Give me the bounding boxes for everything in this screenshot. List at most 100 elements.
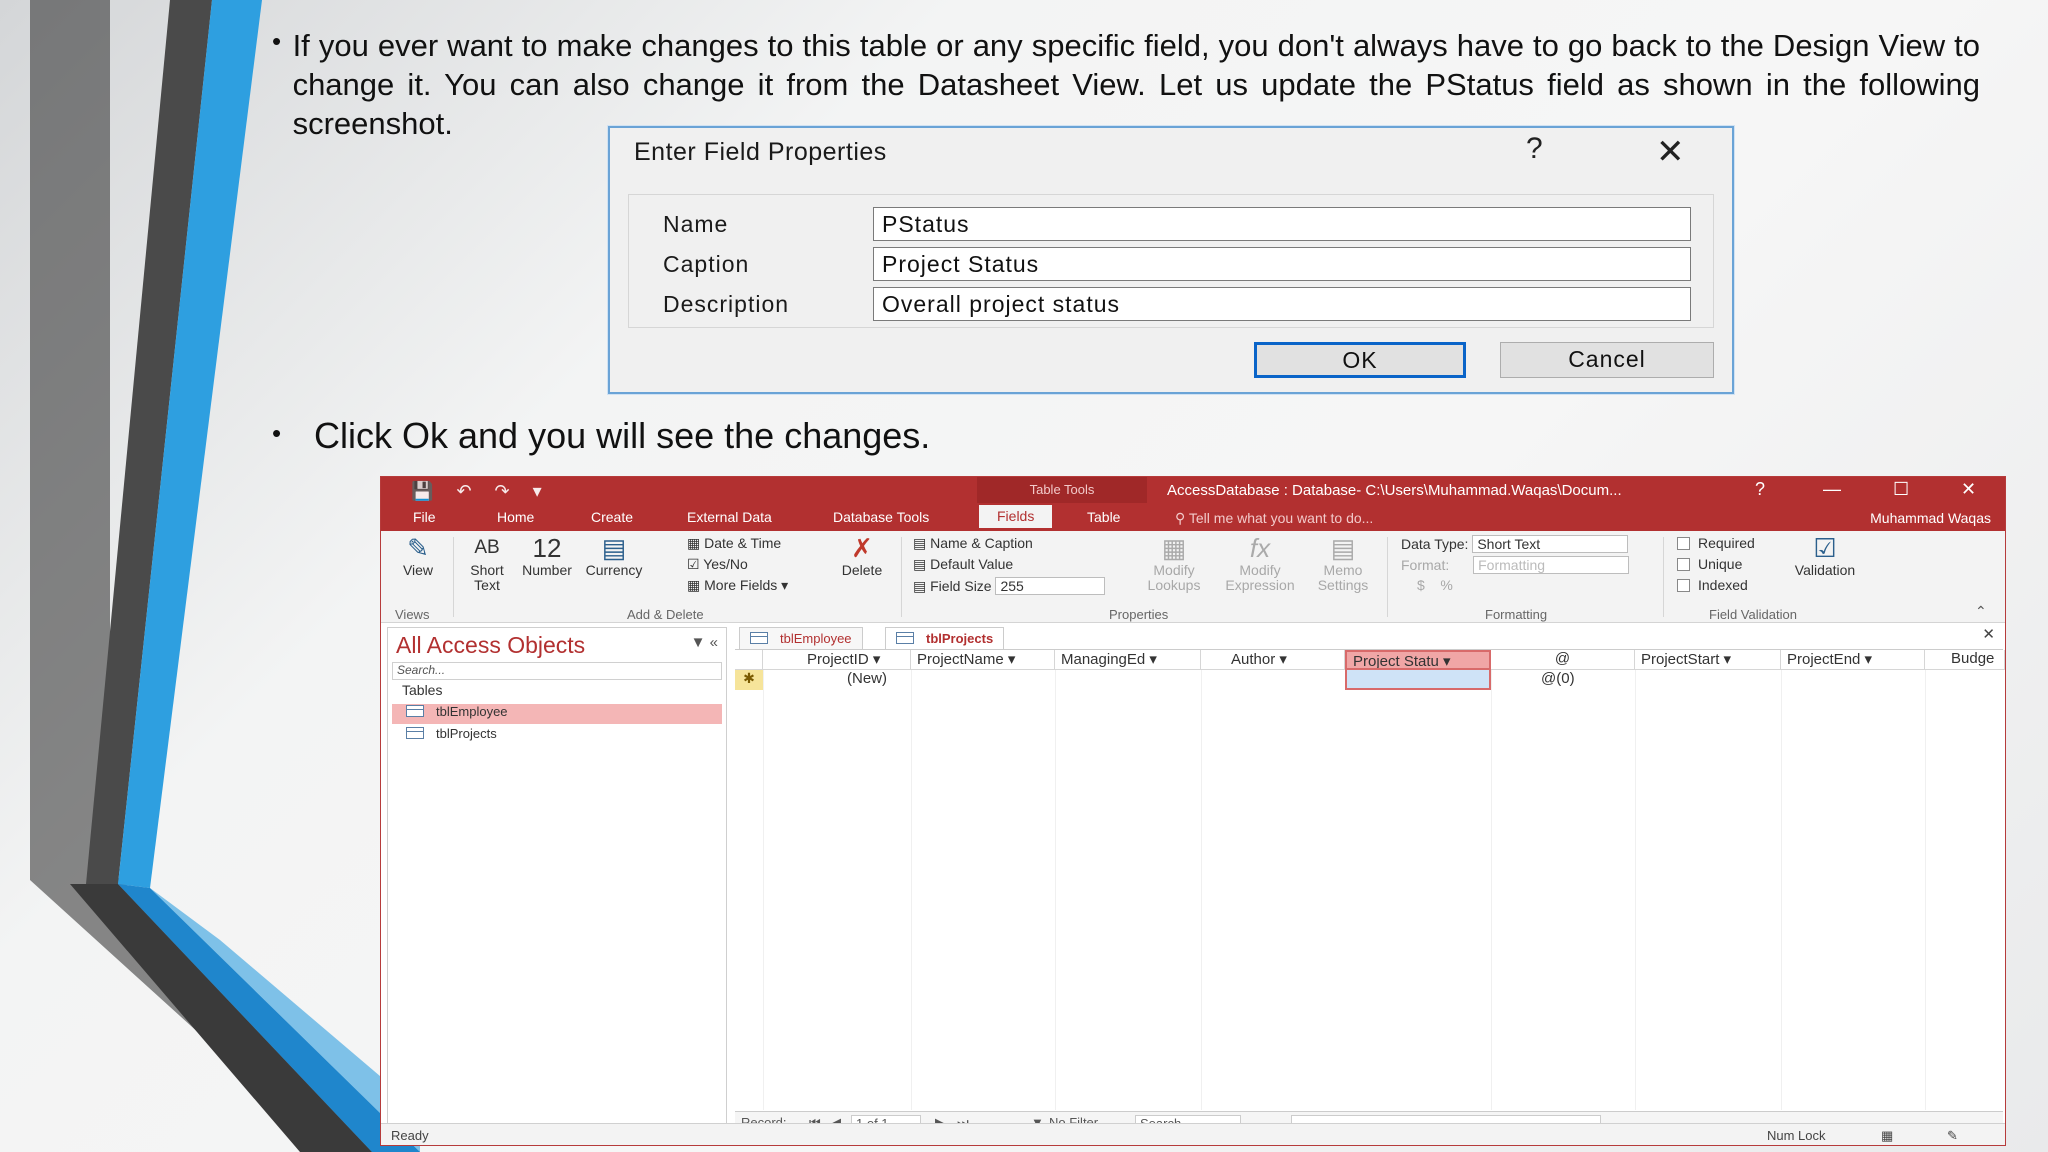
data-type-select[interactable]: Short Text xyxy=(1472,535,1629,553)
user-name[interactable]: Muhammad Waqas xyxy=(1870,510,1991,526)
column-header[interactable]: Budge xyxy=(1925,650,2005,670)
ok-button[interactable]: OK xyxy=(1254,342,1466,378)
help-button[interactable]: ? xyxy=(1526,132,1543,166)
design-view-icon[interactable]: ✎ xyxy=(1947,1128,1958,1144)
customize-qat-icon[interactable]: ▾ xyxy=(533,481,542,501)
default-value-label: Default Value xyxy=(930,556,1014,572)
currency-icon: ▤ xyxy=(601,533,627,563)
caption-label: Caption xyxy=(663,251,750,277)
field-size-input[interactable]: 255 xyxy=(995,577,1106,595)
column-header[interactable]: ProjectEnd ▾ xyxy=(1781,650,1925,670)
bullet-glyph: • xyxy=(272,26,282,56)
navigation-pane: All Access Objects ▼ « Search... Tables … xyxy=(387,627,727,1127)
memo-settings-button[interactable]: ▤ Memo Settings xyxy=(1311,533,1375,593)
name-caption-button[interactable]: ▤ Name & Caption xyxy=(913,535,1033,552)
format-select[interactable]: Formatting xyxy=(1473,556,1630,574)
more-fields-button[interactable]: ▦ More Fields ▾ xyxy=(687,577,788,594)
required-checkbox[interactable]: Required xyxy=(1677,535,1755,551)
maximize-icon[interactable]: ☐ xyxy=(1893,479,1909,500)
new-record-id[interactable]: (New) xyxy=(847,670,887,690)
nav-title[interactable]: All Access Objects xyxy=(396,632,585,659)
short-text-icon: AB xyxy=(474,537,500,558)
currency-format-icon[interactable]: $ xyxy=(1417,577,1425,593)
close-icon[interactable]: ✕ xyxy=(1656,132,1685,172)
minimize-icon[interactable]: — xyxy=(1823,479,1841,500)
nav-menu-icon[interactable]: ▼ « xyxy=(691,634,718,651)
number-button[interactable]: 12 Number xyxy=(519,533,575,578)
nav-search-input[interactable]: Search... xyxy=(392,662,722,680)
cancel-button[interactable]: Cancel xyxy=(1500,342,1714,378)
unique-checkbox[interactable]: Unique xyxy=(1677,556,1742,572)
select-all-cell[interactable] xyxy=(735,650,763,670)
attachment-column-header[interactable]: @ xyxy=(1491,650,1635,670)
default-value-button[interactable]: ▤ Default Value xyxy=(913,556,1013,573)
currency-button[interactable]: ▤ Currency xyxy=(581,533,647,578)
view-button[interactable]: ✎ View xyxy=(397,533,439,578)
table-icon xyxy=(406,727,424,739)
short-text-button[interactable]: AB Short Text xyxy=(465,533,509,593)
validation-icon: ☑ xyxy=(1813,533,1837,563)
collapse-ribbon-icon[interactable]: ⌃ xyxy=(1975,603,1987,620)
column-header[interactable]: ProjectStart ▾ xyxy=(1635,650,1781,670)
default-value-icon: ▤ xyxy=(913,556,931,572)
save-icon[interactable]: 💾 xyxy=(411,481,433,501)
view-label: View xyxy=(402,562,434,578)
table-icon xyxy=(406,705,424,717)
close-document-icon[interactable]: ✕ xyxy=(1982,625,1995,643)
column-header[interactable]: ManagingEd ▾ xyxy=(1055,650,1201,670)
title-bar: 💾 ↶ ↷ ▾ Table Tools AccessDatabase : Dat… xyxy=(381,477,2005,531)
close-window-icon[interactable]: ✕ xyxy=(1961,479,1976,500)
slide-decoration xyxy=(30,0,420,1152)
column-label: ProjectID xyxy=(807,651,869,668)
indexed-checkbox[interactable]: Indexed xyxy=(1677,577,1748,593)
tab-database-tools[interactable]: Database Tools xyxy=(833,509,929,525)
column-header-project-status[interactable]: Project Statu ▾ xyxy=(1345,650,1491,670)
doc-tab-tblprojects[interactable]: tblProjects xyxy=(885,627,1005,649)
tab-table[interactable]: Table xyxy=(1087,509,1120,525)
view-icon: ✎ xyxy=(407,533,429,563)
delete-button[interactable]: ✗ Delete xyxy=(835,533,889,578)
tab-create[interactable]: Create xyxy=(591,509,633,525)
project-status-cell[interactable] xyxy=(1345,670,1491,690)
column-label: ProjectEnd xyxy=(1787,651,1861,668)
modify-expression-button[interactable]: fx Modify Expression xyxy=(1217,533,1303,593)
redo-icon[interactable]: ↷ xyxy=(495,481,510,501)
new-record-selector[interactable]: ✱ xyxy=(735,670,763,690)
data-type-label: Data Type: xyxy=(1401,536,1469,552)
tab-file[interactable]: File xyxy=(413,509,436,525)
column-header[interactable]: ProjectName ▾ xyxy=(911,650,1055,670)
tell-me-text: Tell me what you want to do... xyxy=(1188,510,1374,526)
percent-format-icon[interactable]: % xyxy=(1440,577,1452,593)
unique-check-icon xyxy=(1677,558,1690,571)
table-icon xyxy=(750,632,768,644)
nav-item-tblemployee[interactable]: tblEmployee xyxy=(392,704,722,724)
datasheet-view-icon[interactable]: ▦ xyxy=(1881,1128,1893,1144)
nav-group-tables[interactable]: Tables xyxy=(392,682,722,698)
yes-no-label: Yes/No xyxy=(703,556,748,572)
validation-button[interactable]: ☑ Validation xyxy=(1783,533,1867,578)
help-icon[interactable]: ? xyxy=(1755,479,1765,500)
date-time-button[interactable]: ▦ Date & Time xyxy=(687,535,781,552)
column-label: Author xyxy=(1231,651,1276,668)
yes-no-button[interactable]: ☑ Yes/No xyxy=(687,556,748,573)
delete-icon: ✗ xyxy=(851,533,873,563)
validation-label: Validation xyxy=(1794,562,1856,578)
tell-me-box[interactable]: ⚲ Tell me what you want to do... xyxy=(1175,510,1373,527)
column-header[interactable]: Author ▾ xyxy=(1201,650,1345,670)
tab-fields[interactable]: Fields xyxy=(979,505,1053,528)
description-input[interactable]: Overall project status xyxy=(873,287,1691,321)
caption-input[interactable]: Project Status xyxy=(873,247,1691,281)
tab-home[interactable]: Home xyxy=(497,509,534,525)
undo-icon[interactable]: ↶ xyxy=(456,481,471,501)
nav-group-label: Tables xyxy=(402,682,443,698)
new-record-attachment[interactable]: @(0) xyxy=(1541,670,1575,690)
format-label: Format: xyxy=(1401,557,1450,573)
column-header[interactable]: ProjectID ▾ xyxy=(763,650,911,670)
fx-icon: fx xyxy=(1249,533,1271,563)
name-input[interactable]: PStatus xyxy=(873,207,1691,241)
tab-external-data[interactable]: External Data xyxy=(687,509,772,525)
doc-tab-tblemployee[interactable]: tblEmployee xyxy=(739,627,863,649)
nav-item-tblprojects[interactable]: tblProjects xyxy=(392,726,722,746)
required-check-icon xyxy=(1677,537,1690,550)
modify-lookups-button[interactable]: ▦ Modify Lookups xyxy=(1141,533,1207,593)
